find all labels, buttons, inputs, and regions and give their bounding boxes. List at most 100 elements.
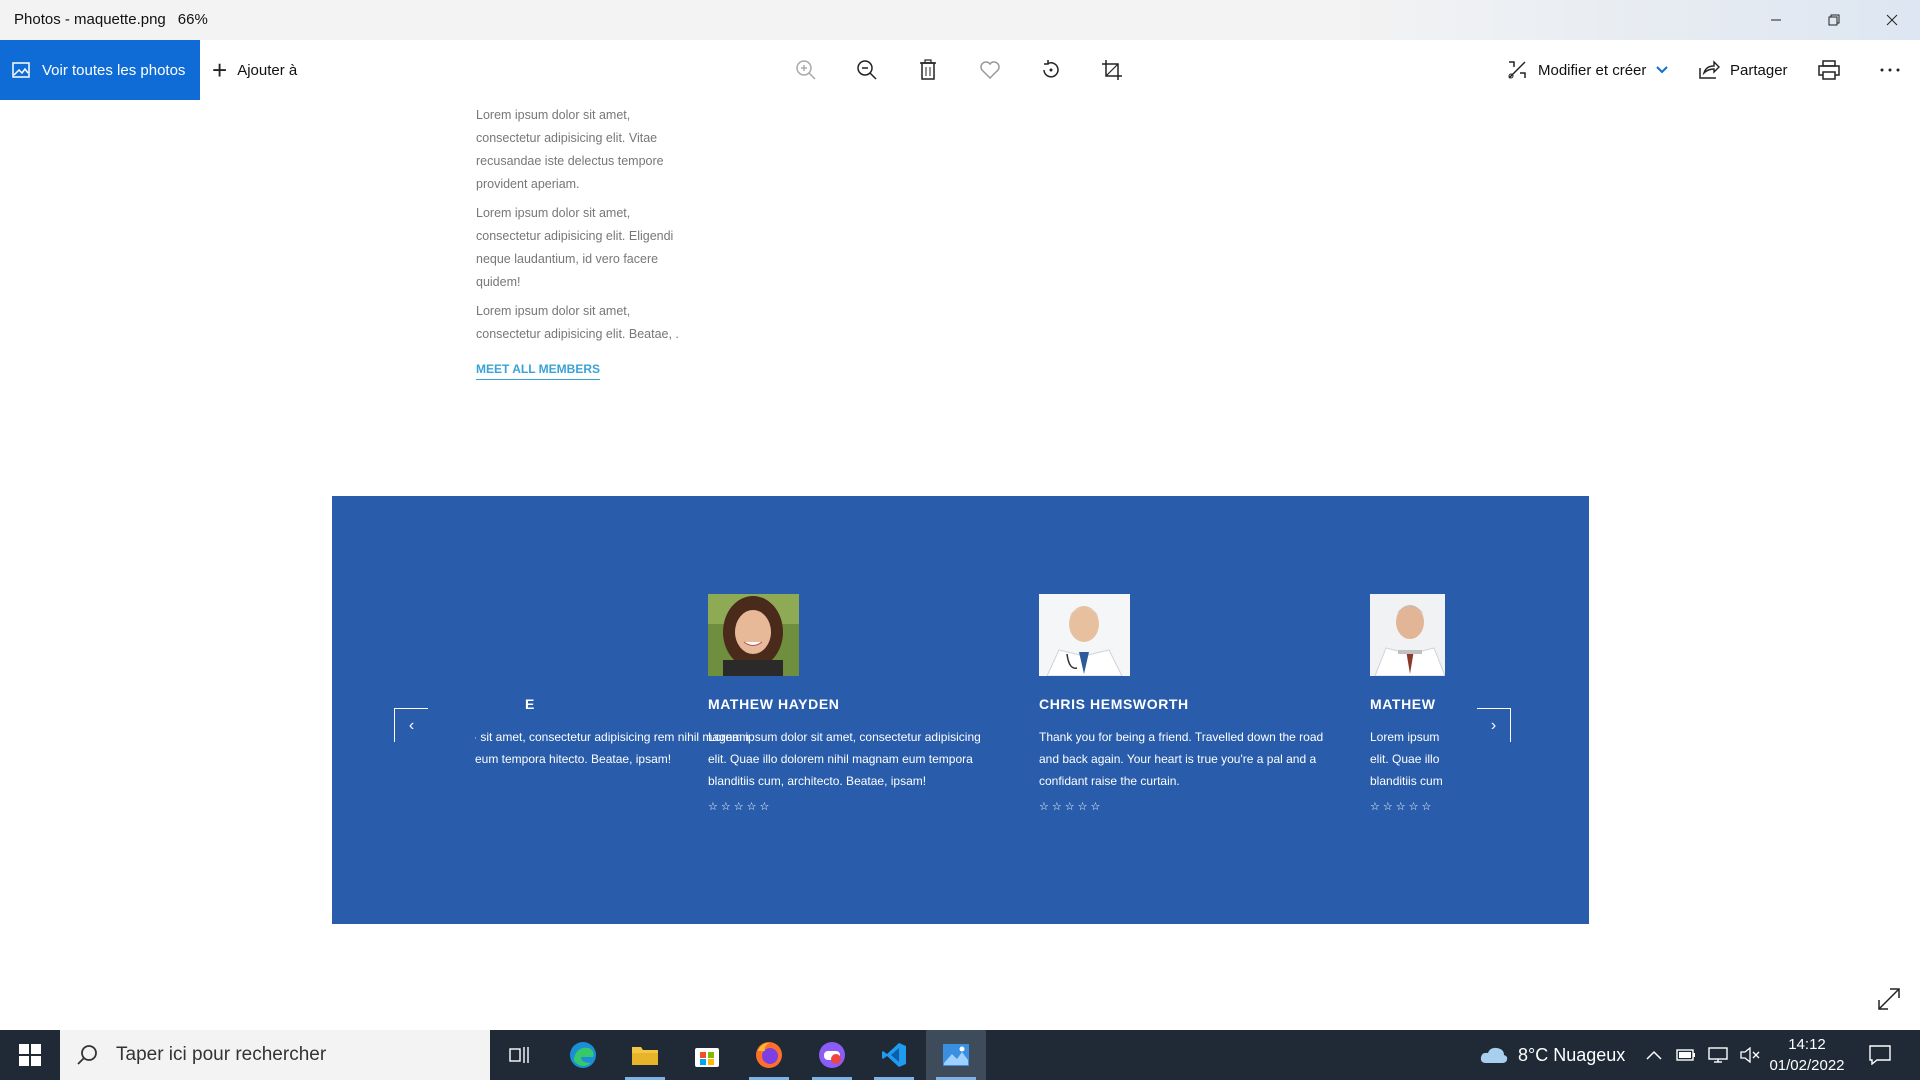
- testimonial-name: MATHEW HAYDEN: [708, 696, 840, 712]
- testimonial-card: MATHEW HAYDEN Lorem ipsum dolor sit amet…: [708, 594, 1008, 813]
- taskbar-app-store[interactable]: [677, 1030, 737, 1080]
- heart-icon: [980, 61, 1000, 80]
- carousel-next-button[interactable]: ›: [1477, 708, 1511, 742]
- paragraph: Lorem ipsum dolor sit amet, consectetur …: [476, 206, 674, 289]
- network-icon[interactable]: [1708, 1047, 1728, 1063]
- carousel-viewport: E · sit amet, consectetur adipisicing re…: [475, 496, 1445, 924]
- close-button[interactable]: [1864, 0, 1920, 40]
- rotate-icon: [1043, 60, 1059, 78]
- windows-icon: [19, 1044, 41, 1066]
- minimize-button[interactable]: [1748, 0, 1804, 40]
- testimonial-text: Lorem ipsum elit. Quae illo blanditiis c…: [1370, 730, 1443, 788]
- search-icon: [77, 1045, 97, 1065]
- testimonial-name: MATHEW: [1370, 696, 1436, 712]
- photos-toolbar: Voir toutes les photos + Ajouter à Modif…: [0, 40, 1920, 100]
- task-view-button[interactable]: [490, 1030, 550, 1080]
- add-to-button[interactable]: + Ajouter à: [212, 40, 297, 100]
- photos-app-icon: [943, 1044, 969, 1066]
- members-text-column: Lorem ipsum dolor sit amet, consectetur …: [476, 104, 696, 352]
- taskbar-app-edge[interactable]: [553, 1030, 613, 1080]
- gamepad-icon: [819, 1042, 845, 1068]
- testimonial-card: E · sit amet, consectetur adipisicing re…: [475, 594, 749, 770]
- avatar: [708, 594, 799, 676]
- testimonial-card: MATHEW Lorem ipsum elit. Quae illo bland…: [1370, 594, 1445, 813]
- chevron-right-icon: ›: [1490, 716, 1497, 734]
- taskbar-app-photos[interactable]: [926, 1030, 986, 1080]
- taskbar: Taper ici pour rechercher 8°C Nuageux 14…: [0, 1030, 1920, 1080]
- view-all-photos-button[interactable]: Voir toutes les photos: [0, 40, 200, 100]
- weather-widget[interactable]: 8°C Nuageux: [1480, 1030, 1625, 1080]
- photos-icon: [12, 62, 30, 78]
- carousel-prev-button[interactable]: ‹: [394, 708, 428, 742]
- rating-stars: ☆☆☆☆☆: [1039, 801, 1104, 813]
- testimonial-text: Lorem ipsum dolor sit amet, consectetur …: [708, 730, 981, 788]
- rating-stars: ☆☆☆☆☆: [1370, 801, 1435, 813]
- window-title-text: Photos - maquette.png: [14, 11, 166, 28]
- taskbar-app-file-explorer[interactable]: [615, 1030, 675, 1080]
- testimonials-section: ‹ E · sit amet, consectetur adipisicing …: [332, 496, 1589, 924]
- start-button[interactable]: [0, 1030, 60, 1080]
- title-bar: Photos - maquette.png 66%: [0, 0, 1920, 40]
- avatar-doctor-image: [1370, 594, 1445, 676]
- edge-icon: [570, 1042, 596, 1068]
- zoom-in-icon: [796, 60, 816, 80]
- avatar-doctor-image: [1039, 594, 1130, 676]
- volume-muted-icon[interactable]: [1740, 1047, 1760, 1063]
- rating-stars: ☆☆☆☆☆: [708, 801, 773, 813]
- taskbar-app-firefox[interactable]: [739, 1030, 799, 1080]
- share-button[interactable]: Partager: [1698, 40, 1788, 100]
- edit-create-button[interactable]: Modifier et créer: [1506, 40, 1678, 100]
- expand-icon: [1878, 988, 1900, 1010]
- chevron-left-icon: ‹: [408, 716, 415, 734]
- task-view-icon: [509, 1047, 529, 1063]
- chevron-up-icon[interactable]: [1646, 1050, 1662, 1060]
- testimonial-name: CHRIS HEMSWORTH: [1039, 696, 1189, 712]
- testimonial-name: E: [525, 696, 535, 712]
- avatar: [1039, 594, 1130, 676]
- close-icon: [1886, 14, 1898, 26]
- restore-button[interactable]: [1806, 0, 1862, 40]
- zoom-out-icon: [857, 60, 877, 80]
- meet-all-members-link[interactable]: MEET ALL MEMBERS: [476, 362, 601, 380]
- avatar-woman-image: [708, 594, 799, 676]
- tray-icons: [1646, 1030, 1760, 1080]
- folder-icon: [632, 1047, 658, 1065]
- edit-create-label: Modifier et créer: [1538, 61, 1647, 79]
- chevron-down-icon: [1656, 66, 1669, 74]
- zoom-out-button[interactable]: [853, 56, 881, 84]
- paragraph: Lorem ipsum dolor sit amet, consectetur …: [476, 108, 664, 191]
- battery-icon[interactable]: [1676, 1048, 1696, 1062]
- search-placeholder: Taper ici pour rechercher: [116, 1044, 327, 1065]
- paragraph: Lorem ipsum dolor sit amet, consectetur …: [476, 304, 679, 341]
- crop-button[interactable]: [1098, 56, 1126, 84]
- taskbar-app-game[interactable]: [802, 1030, 862, 1080]
- favorite-button[interactable]: [976, 56, 1004, 84]
- clock-time: 14:12: [1788, 1036, 1826, 1053]
- plus-icon: +: [212, 55, 228, 85]
- rotate-button[interactable]: [1037, 56, 1065, 84]
- window-title: Photos - maquette.png 66%: [14, 11, 208, 28]
- view-all-photos-label: Voir toutes les photos: [42, 61, 186, 79]
- testimonial-card: CHRIS HEMSWORTH Thank you for being a fr…: [1039, 594, 1339, 813]
- notification-icon: [1869, 1045, 1891, 1065]
- avatar: [1370, 594, 1445, 676]
- fullscreen-button[interactable]: [1876, 986, 1904, 1014]
- printer-icon: [1818, 60, 1840, 80]
- vscode-icon: [882, 1043, 906, 1067]
- zoom-level: 66%: [177, 11, 208, 28]
- notifications-button[interactable]: [1852, 1030, 1908, 1080]
- taskbar-clock[interactable]: 14:12 01/02/2022: [1762, 1034, 1852, 1076]
- more-icon: [1880, 68, 1900, 72]
- taskbar-app-vscode[interactable]: [864, 1030, 924, 1080]
- print-button[interactable]: [1815, 56, 1843, 84]
- taskbar-search-input[interactable]: Taper ici pour rechercher: [60, 1030, 490, 1080]
- trash-icon: [920, 59, 936, 80]
- delete-button[interactable]: [914, 56, 942, 84]
- minimize-icon: [1771, 19, 1781, 21]
- edit-create-icon: [1508, 61, 1526, 79]
- more-options-button[interactable]: [1876, 56, 1904, 84]
- store-icon: [695, 1048, 719, 1067]
- restore-icon: [1828, 14, 1840, 26]
- zoom-in-button[interactable]: [792, 56, 820, 84]
- firefox-icon: [756, 1042, 782, 1068]
